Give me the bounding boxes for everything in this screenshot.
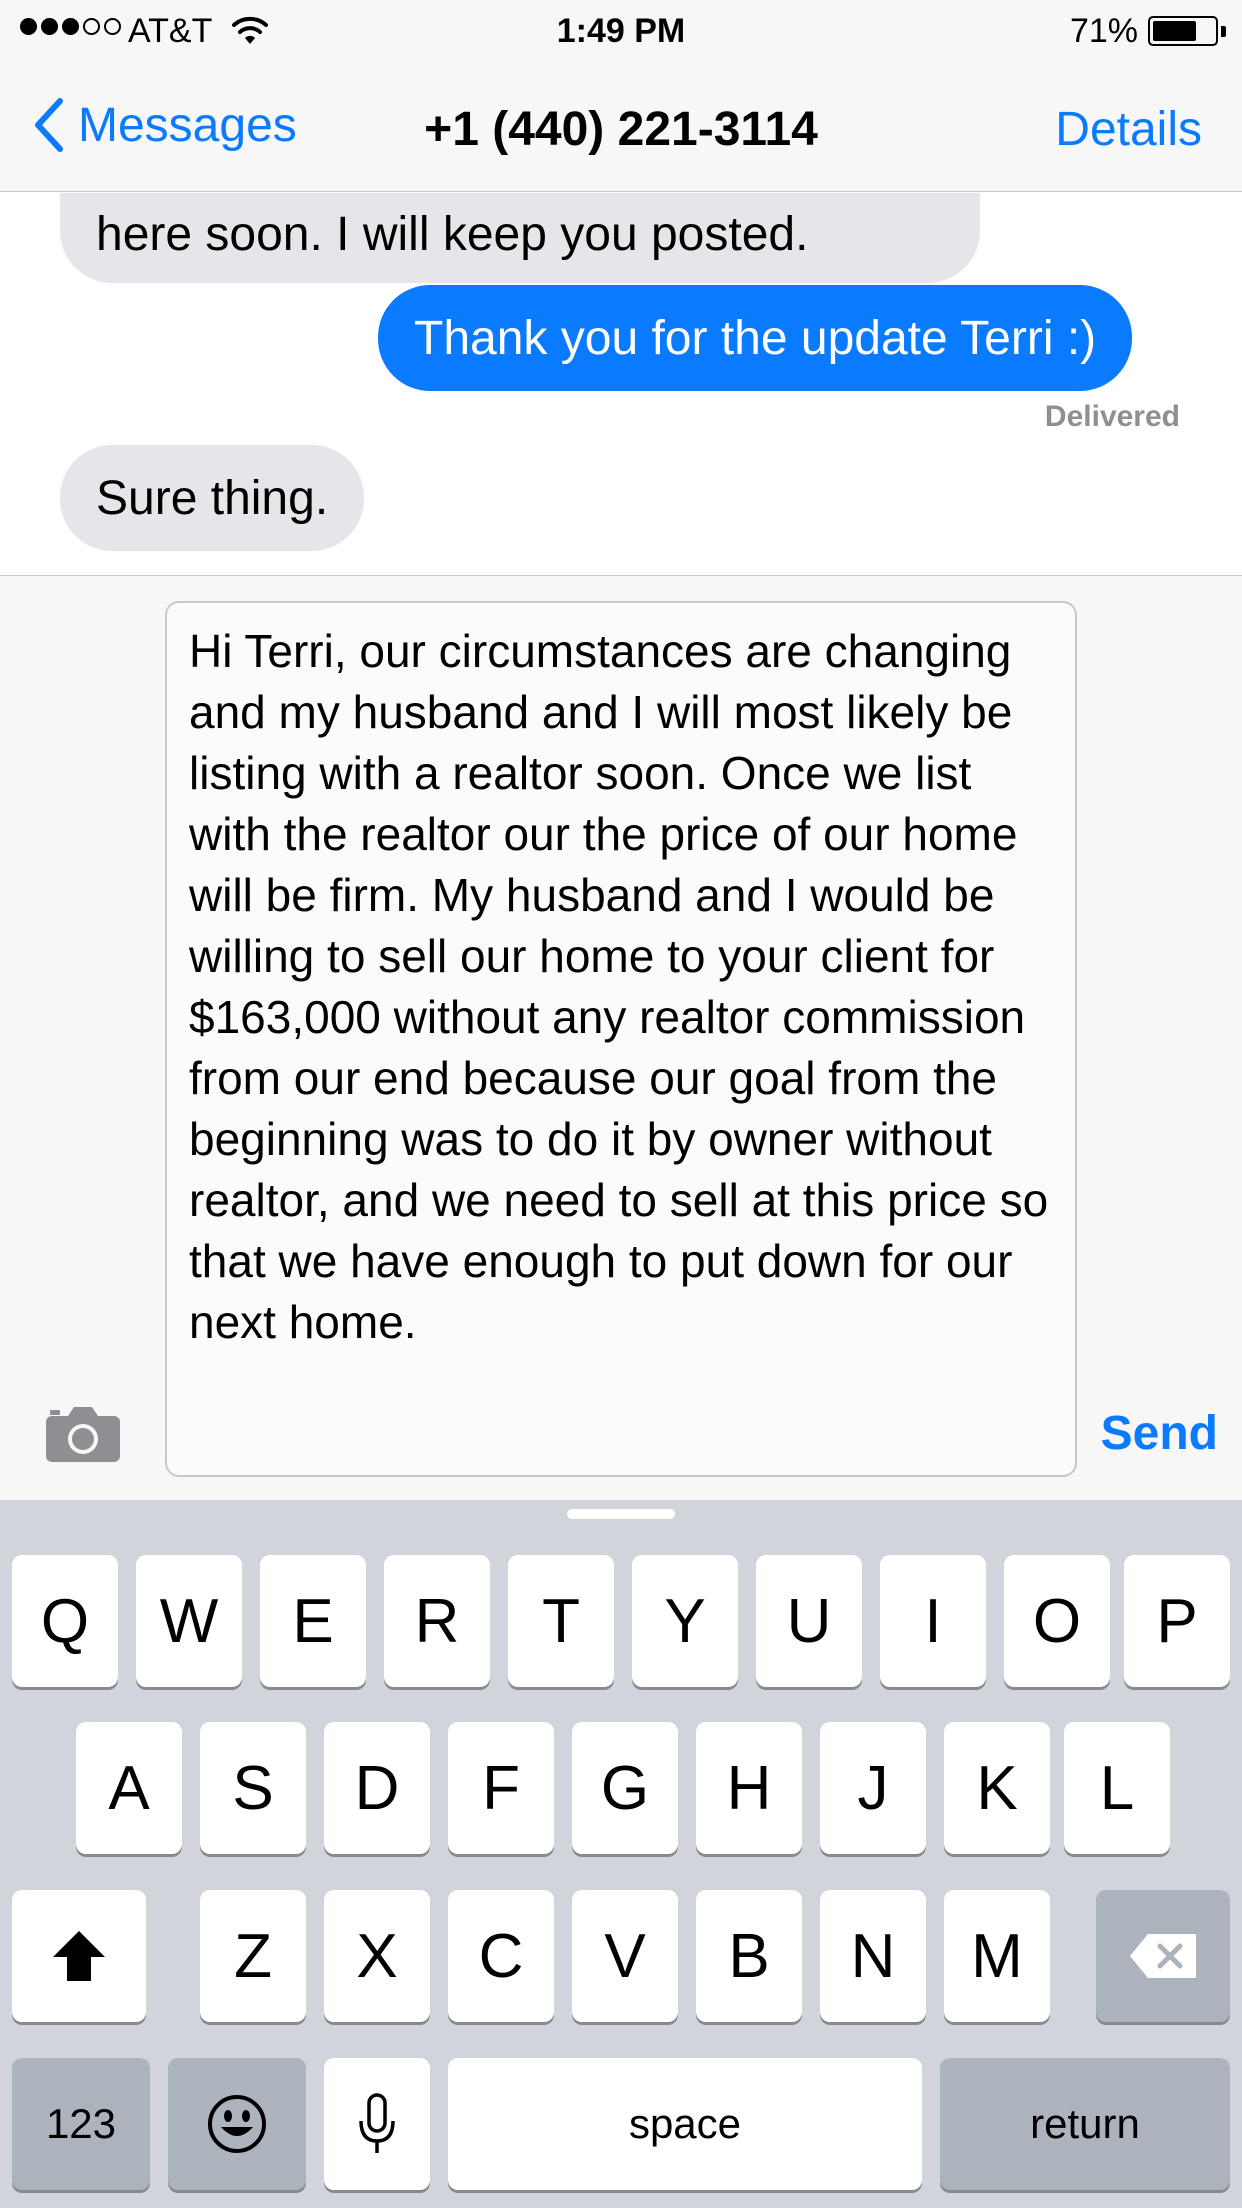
- send-button[interactable]: Send: [1101, 1406, 1218, 1461]
- key-g[interactable]: G: [572, 1722, 678, 1854]
- key-w[interactable]: W: [136, 1555, 242, 1687]
- message-text: Thank you for the update Terri :): [414, 312, 1097, 365]
- incoming-message-bubble[interactable]: here soon. I will keep you posted.: [60, 193, 980, 283]
- key-j[interactable]: J: [820, 1722, 926, 1854]
- keyboard-drag-handle[interactable]: [567, 1509, 675, 1519]
- key-a[interactable]: A: [76, 1722, 182, 1854]
- key-f[interactable]: F: [448, 1722, 554, 1854]
- microphone-icon: [359, 2093, 395, 2153]
- key-q[interactable]: Q: [12, 1555, 118, 1687]
- delivery-status: Delivered: [1044, 400, 1180, 433]
- delete-icon: [1130, 1934, 1196, 1978]
- key-z[interactable]: Z: [200, 1890, 306, 2022]
- key-y[interactable]: Y: [632, 1555, 738, 1687]
- outgoing-message-bubble[interactable]: Thank you for the update Terri :): [378, 285, 1133, 391]
- key-l[interactable]: L: [1064, 1722, 1170, 1854]
- emoji-key[interactable]: [168, 2058, 306, 2190]
- battery-level: [1153, 21, 1196, 41]
- return-key[interactable]: return: [940, 2058, 1230, 2190]
- space-key[interactable]: space: [448, 2058, 922, 2190]
- key-t[interactable]: T: [508, 1555, 614, 1687]
- compose-bar: Hi Terri, our circumstances are changing…: [0, 575, 1242, 1500]
- message-thread[interactable]: here soon. I will keep you posted. Thank…: [0, 193, 1242, 575]
- battery-percent: 71%: [1069, 12, 1138, 50]
- key-o[interactable]: O: [1004, 1555, 1110, 1687]
- key-m[interactable]: M: [944, 1890, 1050, 2022]
- key-v[interactable]: V: [572, 1890, 678, 2022]
- key-u[interactable]: U: [756, 1555, 862, 1687]
- message-input[interactable]: Hi Terri, our circumstances are changing…: [165, 601, 1077, 1477]
- navigation-bar: Messages +1 (440) 221-3114 Details: [0, 62, 1242, 192]
- numbers-key[interactable]: 123: [12, 2058, 150, 2190]
- key-r[interactable]: R: [384, 1555, 490, 1687]
- keyboard: Q W E R T Y U I O P A S D F G H J K L Z …: [0, 1500, 1242, 2208]
- message-text: Sure thing.: [96, 472, 329, 525]
- battery-icon: [1148, 16, 1218, 46]
- key-d[interactable]: D: [324, 1722, 430, 1854]
- key-n[interactable]: N: [820, 1890, 926, 2022]
- shift-icon: [53, 1931, 105, 1981]
- key-s[interactable]: S: [200, 1722, 306, 1854]
- key-x[interactable]: X: [324, 1890, 430, 2022]
- key-k[interactable]: K: [944, 1722, 1050, 1854]
- battery-nub: [1221, 26, 1226, 37]
- shift-key[interactable]: [12, 1890, 146, 2022]
- key-i[interactable]: I: [880, 1555, 986, 1687]
- delete-key[interactable]: [1096, 1890, 1230, 2022]
- key-p[interactable]: P: [1124, 1555, 1230, 1687]
- key-e[interactable]: E: [260, 1555, 366, 1687]
- incoming-message-bubble[interactable]: Sure thing.: [60, 445, 365, 551]
- key-h[interactable]: H: [696, 1722, 802, 1854]
- dictation-key[interactable]: [324, 2058, 430, 2190]
- status-bar: AT&T 1:49 PM 71%: [0, 0, 1242, 62]
- key-b[interactable]: B: [696, 1890, 802, 2022]
- camera-icon[interactable]: [44, 1404, 122, 1464]
- status-time: 1:49 PM: [556, 12, 686, 50]
- emoji-icon: [208, 2095, 266, 2153]
- details-button[interactable]: Details: [1055, 102, 1202, 157]
- message-text: here soon. I will keep you posted.: [96, 208, 809, 261]
- key-c[interactable]: C: [448, 1890, 554, 2022]
